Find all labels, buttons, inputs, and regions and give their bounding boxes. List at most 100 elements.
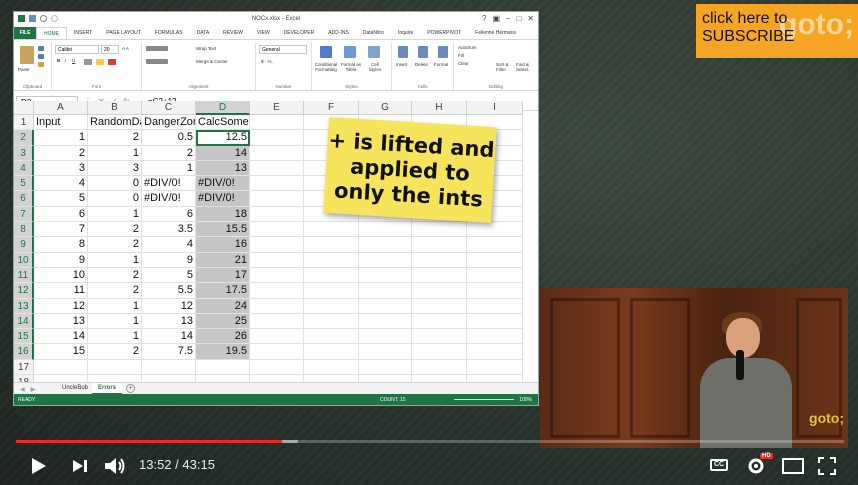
column-header[interactable]: C bbox=[142, 101, 196, 115]
cell[interactable] bbox=[304, 298, 359, 314]
cell[interactable] bbox=[359, 313, 412, 330]
cell[interactable]: 7 bbox=[34, 222, 88, 238]
subscribe-overlay[interactable]: goto; click here to SUBSCRIBE bbox=[696, 4, 858, 58]
settings-icon[interactable] bbox=[746, 456, 766, 476]
cell[interactable] bbox=[467, 313, 523, 330]
cell[interactable]: 1 bbox=[34, 130, 88, 146]
cell[interactable]: 2 bbox=[88, 267, 142, 284]
cell[interactable] bbox=[359, 252, 412, 268]
paste-button[interactable]: Paste bbox=[18, 67, 30, 72]
clear-button[interactable]: Clear bbox=[458, 61, 469, 66]
cell[interactable] bbox=[34, 359, 88, 376]
delete-button[interactable]: Delete bbox=[415, 62, 428, 67]
cell[interactable]: 6 bbox=[34, 206, 88, 223]
cell[interactable] bbox=[412, 344, 467, 360]
fill-color-icon[interactable] bbox=[96, 59, 104, 65]
row-header[interactable]: 1 bbox=[14, 115, 34, 131]
cell[interactable] bbox=[304, 222, 359, 238]
row-header[interactable]: 4 bbox=[14, 160, 34, 177]
cell-styles-icon[interactable] bbox=[368, 46, 380, 58]
column-header[interactable]: A bbox=[34, 101, 88, 115]
select-all-corner[interactable] bbox=[14, 101, 34, 115]
cell[interactable]: 9 bbox=[142, 252, 196, 268]
column-header[interactable]: F bbox=[304, 101, 359, 115]
row-header[interactable]: 9 bbox=[14, 237, 34, 253]
cell[interactable] bbox=[304, 313, 359, 330]
cell[interactable] bbox=[304, 252, 359, 268]
row-header[interactable]: 11 bbox=[14, 267, 34, 284]
column-header[interactable]: E bbox=[250, 101, 304, 115]
row-header[interactable]: 10 bbox=[14, 252, 34, 268]
row-header[interactable]: 12 bbox=[14, 283, 34, 299]
cell[interactable]: 2 bbox=[34, 145, 88, 161]
cell[interactable]: 25 bbox=[196, 313, 250, 330]
cell[interactable]: 1 bbox=[88, 298, 142, 314]
cell[interactable] bbox=[250, 267, 304, 284]
row-header[interactable]: 16 bbox=[14, 344, 34, 360]
cell[interactable]: 5.5 bbox=[142, 283, 196, 299]
underline-icon[interactable]: U bbox=[72, 58, 75, 63]
number-format-select[interactable]: General bbox=[259, 45, 307, 54]
cell[interactable]: 12 bbox=[142, 298, 196, 314]
column-header[interactable]: D bbox=[196, 101, 250, 115]
cell[interactable] bbox=[304, 267, 359, 284]
cell[interactable]: #DIV/0! bbox=[142, 176, 196, 192]
fill-button[interactable]: Fill bbox=[458, 53, 464, 58]
tab-datanitro[interactable]: DataNitro bbox=[356, 27, 391, 39]
cell[interactable] bbox=[359, 222, 412, 238]
row-header[interactable]: 5 bbox=[14, 176, 34, 192]
play-icon[interactable] bbox=[30, 456, 48, 476]
cell[interactable]: #DIV/0! bbox=[196, 191, 250, 207]
cell[interactable] bbox=[250, 313, 304, 330]
row-header[interactable]: 8 bbox=[14, 222, 34, 238]
row-header[interactable]: 13 bbox=[14, 298, 34, 314]
cell[interactable]: 11 bbox=[34, 283, 88, 299]
cell[interactable]: 9 bbox=[34, 252, 88, 268]
cell[interactable] bbox=[250, 115, 304, 131]
cell[interactable]: 3 bbox=[88, 160, 142, 177]
cell[interactable]: 21 bbox=[196, 252, 250, 268]
grow-font-icon[interactable]: A A bbox=[122, 46, 129, 51]
cell[interactable]: 18 bbox=[196, 206, 250, 223]
cell[interactable] bbox=[412, 283, 467, 299]
cell[interactable] bbox=[412, 313, 467, 330]
row-header[interactable]: 3 bbox=[14, 145, 34, 161]
volume-icon[interactable] bbox=[104, 456, 126, 476]
cell[interactable] bbox=[250, 176, 304, 192]
conditional-formatting-icon[interactable] bbox=[320, 46, 332, 58]
zoom-level[interactable]: 100% bbox=[519, 397, 532, 403]
cell[interactable]: #DIV/0! bbox=[142, 191, 196, 207]
next-icon[interactable] bbox=[72, 458, 88, 474]
cell[interactable]: 1 bbox=[142, 160, 196, 177]
cell[interactable] bbox=[467, 344, 523, 360]
captions-icon[interactable]: CC bbox=[710, 459, 728, 471]
maximize-icon[interactable]: □ bbox=[516, 14, 521, 23]
cell[interactable]: 14 bbox=[142, 329, 196, 345]
cell[interactable] bbox=[467, 222, 523, 238]
cell[interactable] bbox=[250, 191, 304, 207]
borders-icon[interactable] bbox=[84, 59, 92, 65]
cell[interactable] bbox=[250, 206, 304, 223]
tab-home[interactable]: HOME bbox=[36, 27, 67, 39]
cell[interactable]: 5 bbox=[34, 191, 88, 207]
sort-filter-button[interactable]: Sort & Filter bbox=[496, 62, 516, 72]
copy-icon[interactable] bbox=[38, 54, 44, 59]
cell[interactable] bbox=[467, 283, 523, 299]
cell[interactable]: 1 bbox=[88, 145, 142, 161]
row-header[interactable]: 2 bbox=[14, 130, 34, 146]
cell[interactable] bbox=[467, 329, 523, 345]
cell[interactable] bbox=[412, 252, 467, 268]
signed-in-user[interactable]: Felienne Hermans bbox=[475, 30, 516, 36]
cell[interactable] bbox=[412, 267, 467, 284]
cell[interactable] bbox=[412, 237, 467, 253]
cell[interactable] bbox=[304, 344, 359, 360]
tab-powerpivot[interactable]: POWERPIVOT bbox=[420, 27, 468, 39]
insert-cells-icon[interactable] bbox=[398, 46, 408, 58]
cell[interactable]: #DIV/0! bbox=[196, 176, 250, 192]
cell[interactable] bbox=[359, 344, 412, 360]
cell[interactable] bbox=[467, 237, 523, 253]
cell[interactable]: 13 bbox=[142, 313, 196, 330]
cell[interactable] bbox=[467, 298, 523, 314]
wrap-text-button[interactable]: Wrap Text bbox=[196, 46, 216, 51]
cell[interactable] bbox=[250, 344, 304, 360]
